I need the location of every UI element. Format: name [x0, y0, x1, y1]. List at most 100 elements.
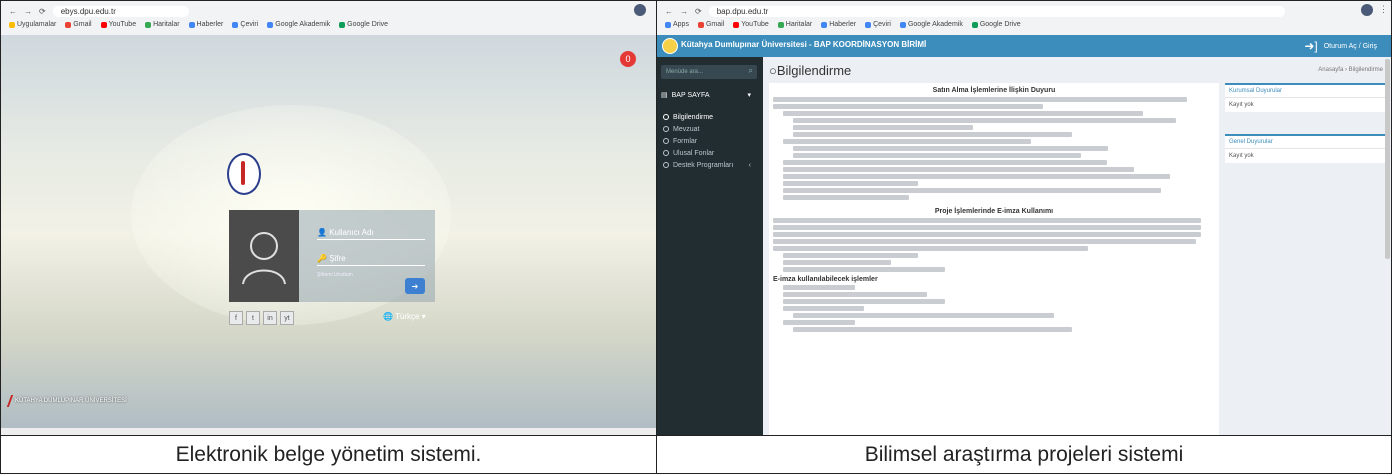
password-field[interactable]: 🔑 Şifre	[317, 254, 425, 266]
reload-icon[interactable]: ⟳	[695, 7, 702, 16]
user-icon	[242, 232, 286, 285]
bullet-line	[793, 313, 1054, 318]
sidebar-section-label: BAP SAYFA	[671, 91, 710, 99]
bullet-line	[793, 146, 1108, 151]
footer-brand: KÜTAHYA DUMLUPINAR ÜNİVERSİTESİ	[6, 395, 127, 407]
sidebar-item-mevzuat[interactable]: Mevzuat	[663, 123, 759, 135]
box-title[interactable]: Genel Duyurular	[1225, 136, 1385, 149]
bookmark-item[interactable]: Gmail	[65, 21, 92, 28]
arrow-right-icon: ➔	[411, 281, 419, 291]
text-line	[773, 97, 1187, 102]
sidebar-item-label: Ulusal Fonlar	[673, 149, 715, 157]
bookmark-item[interactable]: Çeviri	[232, 21, 258, 28]
search-placeholder: Menüde ara...	[666, 69, 704, 75]
bookmark-item[interactable]: Gmail	[697, 21, 724, 28]
bookmark-item[interactable]: Haberler	[821, 21, 856, 28]
youtube-icon[interactable]: yt	[280, 311, 294, 325]
scrollbar[interactable]	[1385, 59, 1390, 259]
forward-icon[interactable]: →	[680, 7, 688, 16]
circle-icon	[663, 114, 669, 120]
circle-icon	[663, 126, 669, 132]
bookmark-item[interactable]: Apps	[665, 21, 689, 28]
bookmark-item[interactable]: YouTube	[100, 21, 136, 28]
twitter-icon[interactable]: t	[246, 311, 260, 325]
app-header: Kütahya Dumlupınar Üniversitesi - BAP KO…	[657, 35, 1391, 57]
bullet-line	[793, 132, 1072, 137]
login-button[interactable]: ➜] Oturum Aç / Giriş	[1304, 39, 1377, 53]
sidebar-search-input[interactable]: Menüde ara... ⌕	[661, 65, 757, 79]
login-background: 0 👤 Kullanıcı Adı 🔑 Şifre Şifremi Unuttu…	[1, 35, 656, 435]
url-bar[interactable]: bap.dpu.edu.tr	[708, 5, 1285, 17]
sidebar-item-formlar[interactable]: Formlar	[663, 135, 759, 147]
forward-icon[interactable]: →	[24, 7, 32, 16]
search-icon[interactable]: ⌕	[749, 66, 753, 76]
figure: ← → ⟳ ebys.dpu.edu.tr Uygulamalar Gmail …	[0, 0, 1392, 474]
profile-avatar[interactable]	[634, 4, 646, 16]
bullet-line	[783, 167, 1134, 172]
box-title[interactable]: Kurumsal Duyurular	[1225, 85, 1385, 98]
bookmark-item[interactable]: Haritalar	[777, 21, 812, 28]
notification-badge[interactable]: 0	[620, 51, 636, 67]
circle-icon	[663, 138, 669, 144]
browser-chrome: ← → ⟳ ebys.dpu.edu.tr Uygulamalar Gmail …	[1, 1, 656, 36]
language-label: Türkçe	[395, 312, 420, 321]
sidebar-item-bilgilendirme[interactable]: Bilgilendirme	[663, 111, 759, 123]
bookmark-item[interactable]: Google Drive	[971, 21, 1021, 28]
section-title: Satın Alma İşlemlerine İlişkin Duyuru	[932, 87, 1056, 94]
bookmark-item[interactable]: Google Akademik	[267, 21, 330, 28]
bullet-line	[783, 160, 1107, 165]
bullet-line	[783, 267, 945, 272]
reload-icon[interactable]: ⟳	[39, 7, 46, 16]
sidebar-item-label: Formlar	[673, 137, 698, 145]
username-field[interactable]: 👤 Kullanıcı Adı	[317, 228, 425, 240]
bullet-line	[783, 285, 855, 290]
side-panel: Kurumsal Duyurular Kayıt yok Genel Duyur…	[1225, 83, 1385, 171]
sidebar-section-header[interactable]: ▤ BAP SAYFA ▾	[661, 91, 757, 100]
linkedin-icon[interactable]: in	[263, 311, 277, 325]
sidebar-item-ulusal-fonlar[interactable]: Ulusal Fonlar	[663, 147, 759, 159]
sidebar-item-label: Mevzuat	[673, 125, 700, 133]
text-line	[773, 239, 1196, 244]
sidebar-item-destek[interactable]: Destek Programları ‹	[663, 159, 759, 171]
user-avatar-placeholder	[229, 210, 299, 302]
key-icon: 🔑	[317, 254, 330, 263]
bookmark-item[interactable]: Haritalar	[145, 21, 180, 28]
bookmark-item[interactable]: Haberler	[188, 21, 223, 28]
status-strip	[1, 428, 656, 435]
bullet-line	[793, 118, 1176, 123]
bookmark-item[interactable]: Çeviri	[865, 21, 891, 28]
profile-avatar[interactable]	[1361, 4, 1373, 16]
bap-screenshot: ← → ⟳ bap.dpu.edu.tr Apps Gmail YouTube …	[656, 0, 1392, 436]
university-logo	[662, 38, 678, 54]
text-line	[773, 225, 1201, 230]
password-label: Şifre	[329, 254, 346, 263]
circle-icon	[663, 150, 669, 156]
folder-icon: ▤	[661, 92, 668, 99]
bullet-line	[793, 327, 1072, 332]
bullet-line	[783, 174, 1170, 179]
back-icon[interactable]: ←	[665, 7, 673, 16]
bookmark-item[interactable]: Uygulamalar	[9, 21, 56, 28]
university-logo	[227, 153, 261, 195]
bookmark-item[interactable]: Google Drive	[339, 21, 388, 28]
facebook-icon[interactable]: f	[229, 311, 243, 325]
address-row: ← → ⟳ ebys.dpu.edu.tr	[9, 5, 189, 17]
breadcrumb[interactable]: Anasayfa › Bilgilendirme	[1318, 67, 1383, 73]
bookmark-item[interactable]: YouTube	[733, 21, 769, 28]
bookmark-item[interactable]: Google Akademik	[899, 21, 963, 28]
login-submit-button[interactable]: ➔	[405, 278, 425, 294]
bullet-line	[783, 299, 945, 304]
social-links: f t in yt	[229, 311, 294, 325]
kebab-menu-icon[interactable]: ⋮	[1379, 4, 1388, 15]
app-title: Kütahya Dumlupınar Üniversitesi - BAP KO…	[681, 40, 927, 49]
bullet-line	[783, 188, 1161, 193]
brand-mark-icon	[6, 395, 14, 407]
url-bar[interactable]: ebys.dpu.edu.tr	[52, 5, 189, 17]
language-selector[interactable]: 🌐 Türkçe ▾	[383, 312, 426, 321]
bullet-line	[783, 111, 1143, 116]
sidebar: Menüde ara... ⌕ ▤ BAP SAYFA ▾ Bilgilendi…	[657, 57, 763, 435]
sidebar-item-label: Destek Programları	[673, 161, 734, 169]
forgot-password-link[interactable]: Şifremi Unuttum	[317, 272, 353, 278]
bullet-line	[783, 292, 927, 297]
back-icon[interactable]: ←	[9, 7, 17, 16]
